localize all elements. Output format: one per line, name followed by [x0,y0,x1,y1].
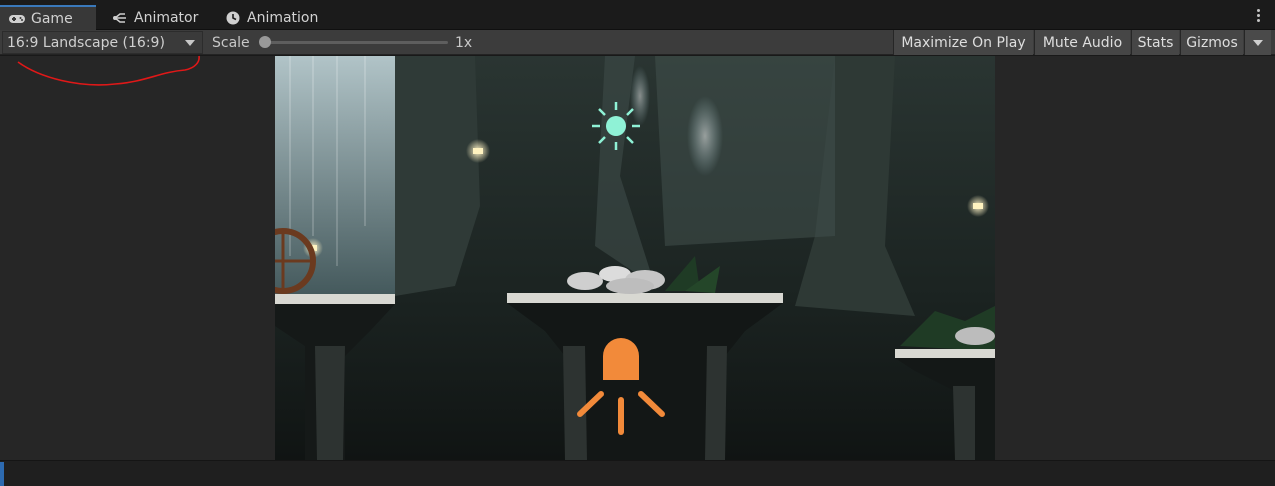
letterbox-right [995,56,1275,460]
maximize-on-play-label: Maximize On Play [901,34,1026,51]
scale-label: Scale [212,35,250,51]
letterbox-left [0,56,275,460]
maximize-on-play-button[interactable]: Maximize On Play [893,30,1033,55]
aspect-ratio-value: 16:9 Landscape (16:9) [7,34,165,51]
scale-slider-handle[interactable] [259,36,271,48]
tab-animation-label: Animation [247,9,319,26]
gamepad-icon [8,12,26,26]
more-options-icon[interactable] [1257,9,1261,23]
stats-button[interactable]: Stats [1131,30,1179,55]
chevron-down-icon [1253,39,1263,46]
red-annotation-underline [17,55,200,86]
mute-audio-button[interactable]: Mute Audio [1034,30,1130,55]
gizmos-dropdown[interactable] [1244,30,1271,55]
wall-lantern [466,139,490,163]
game-scene [275,56,995,460]
gizmos-button[interactable]: Gizmos [1180,30,1243,55]
selection-edge [0,462,4,486]
wall-lantern [967,195,989,217]
clock-icon [224,11,242,25]
light-beam [687,96,723,176]
tab-game-label: Game [31,10,73,27]
gizmos-label: Gizmos [1186,34,1238,51]
animator-icon [111,11,129,25]
scale-slider-track[interactable] [262,41,448,44]
status-bar [0,460,1275,486]
scale-value: 1x [455,35,473,51]
game-viewport[interactable] [275,56,995,460]
tab-animation[interactable]: Animation [216,5,336,30]
chevron-down-icon [185,40,195,46]
tab-animator-label: Animator [134,9,199,26]
stats-label: Stats [1137,34,1174,51]
tab-game[interactable]: Game [0,5,96,30]
directional-light-gizmo[interactable] [592,102,640,150]
tab-animator[interactable]: Animator [103,5,213,30]
window-tab-bar: Game Animator Animation [0,0,1275,30]
mute-audio-label: Mute Audio [1042,34,1123,51]
